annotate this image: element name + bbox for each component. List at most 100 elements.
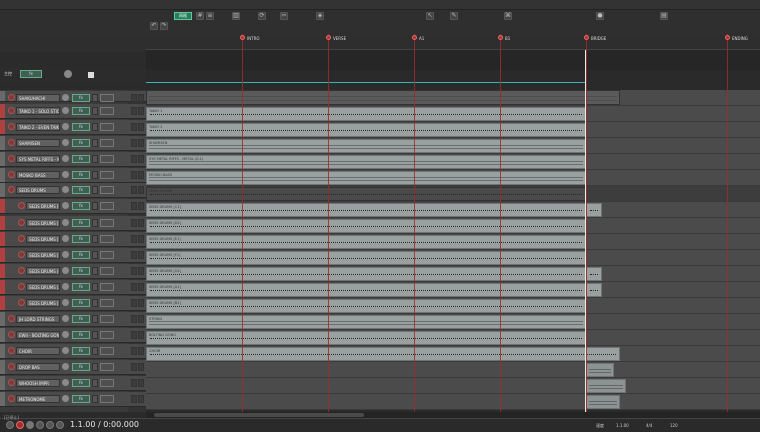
media-item[interactable]: SHAMISEN <box>146 139 586 153</box>
track-fx-button[interactable]: fx <box>72 363 90 371</box>
track-header[interactable]: METRONOME fx <box>0 392 146 407</box>
play-button[interactable] <box>26 421 34 429</box>
media-item[interactable]: SEDS DRUMS [E1] <box>146 235 586 249</box>
track-name-label[interactable]: EWII - BOLTING GONG <box>16 331 60 339</box>
track-fx-button[interactable]: fx <box>72 155 90 163</box>
record-arm-button[interactable] <box>8 171 15 178</box>
media-item[interactable]: MOSKO BASS <box>146 171 586 185</box>
track-name-label[interactable]: MOSKO BASS <box>16 171 60 179</box>
media-item[interactable] <box>586 283 602 297</box>
track-name-label[interactable]: SYS METAL RIFFS - METAL <box>16 155 60 163</box>
record-arm-button[interactable] <box>8 94 15 101</box>
track-fx-button[interactable]: fx <box>72 347 90 355</box>
track-mute-button[interactable] <box>92 299 98 307</box>
snap-toggle[interactable]: 网格 <box>174 12 192 20</box>
track-volume-knob[interactable] <box>62 202 69 209</box>
undo-icon[interactable]: ↶ <box>150 22 158 30</box>
track-header[interactable]: JH LORD STRINGS fx <box>0 312 146 327</box>
bpm-value[interactable]: 1.1.00 <box>616 423 629 428</box>
track-fx-button[interactable]: fx <box>72 283 90 291</box>
media-item[interactable] <box>586 395 620 409</box>
media-item[interactable]: STRING <box>146 315 586 329</box>
track-fx-button[interactable]: fx <box>72 202 90 210</box>
track-header[interactable]: SEDS DRUMS fx <box>0 183 146 198</box>
track-volume-knob[interactable] <box>62 315 69 322</box>
track-mute-button[interactable] <box>92 347 98 355</box>
record-arm-button[interactable] <box>18 283 25 290</box>
track-header[interactable]: SEDS DRUMS [B1] fx <box>0 296 146 311</box>
track-fx-button[interactable]: fx <box>72 299 90 307</box>
track-header[interactable]: SYS METAL RIFFS - METAL fx <box>0 152 146 167</box>
track-route-button[interactable] <box>100 171 114 179</box>
media-item[interactable]: SEDS DRUMS [C1] <box>146 203 586 217</box>
media-item[interactable]: SEDS DRUMS [G1] <box>146 267 586 281</box>
pause-button[interactable] <box>46 421 54 429</box>
track-route-button[interactable] <box>100 363 114 371</box>
track-route-button[interactable] <box>100 139 114 147</box>
media-item[interactable]: TAIKO 1 <box>146 107 586 121</box>
marker-ruler[interactable] <box>146 34 760 50</box>
track-volume-knob[interactable] <box>62 186 69 193</box>
media-item[interactable] <box>586 267 602 281</box>
track-mute-button[interactable] <box>92 363 98 371</box>
track-header[interactable]: SEDS DRUMS [C1] fx <box>0 199 146 214</box>
track-lane[interactable] <box>146 378 760 394</box>
track-mute-button[interactable] <box>92 123 98 131</box>
track-mute-button[interactable] <box>92 251 98 259</box>
record-arm-button[interactable] <box>8 331 15 338</box>
track-name-label[interactable]: SEDS DRUMS [G1] <box>26 267 60 275</box>
stop-button[interactable] <box>36 421 44 429</box>
track-name-label[interactable]: SHAMISEN <box>16 139 60 147</box>
track-fx-button[interactable]: fx <box>72 186 90 194</box>
track-mute-button[interactable] <box>92 186 98 194</box>
redo-icon[interactable]: ↷ <box>160 22 168 30</box>
pencil-icon[interactable]: ✎ <box>450 12 458 20</box>
loop-button[interactable] <box>56 421 64 429</box>
track-fx-button[interactable]: fx <box>72 315 90 323</box>
track-route-button[interactable] <box>100 219 114 227</box>
record-arm-button[interactable] <box>8 379 15 386</box>
record-button[interactable] <box>16 421 24 429</box>
record-mode-icon[interactable]: ● <box>596 12 604 20</box>
media-item[interactable] <box>586 379 626 393</box>
track-mute-button[interactable] <box>92 139 98 147</box>
media-item[interactable]: BOLTING GONG <box>146 331 586 345</box>
marker-flag[interactable] <box>240 35 245 40</box>
track-header[interactable]: SHAMISEN fx <box>0 136 146 151</box>
track-header[interactable]: CHOIR fx <box>0 344 146 359</box>
track-name-label[interactable]: CHOIR <box>16 347 60 355</box>
track-name-label[interactable]: SEDS DRUMS [B1] <box>26 299 60 307</box>
record-arm-button[interactable] <box>8 186 15 193</box>
track-volume-knob[interactable] <box>62 235 69 242</box>
track-route-button[interactable] <box>100 235 114 243</box>
track-name-label[interactable]: WHOOSH IMPR <box>16 379 60 387</box>
track-name-label[interactable]: SEDS DRUMS [A1] <box>26 283 60 291</box>
record-arm-button[interactable] <box>8 395 15 402</box>
record-arm-button[interactable] <box>8 315 15 322</box>
track-mute-button[interactable] <box>92 235 98 243</box>
track-fx-button[interactable]: fx <box>72 235 90 243</box>
track-route-button[interactable] <box>100 347 114 355</box>
track-volume-knob[interactable] <box>62 94 69 101</box>
track-fx-button[interactable]: fx <box>72 107 90 115</box>
track-volume-knob[interactable] <box>62 395 69 402</box>
media-item[interactable]: SYS METAL RIFFS - METAL (0.1) <box>146 155 586 169</box>
track-mute-button[interactable] <box>92 94 98 102</box>
master-volume-knob[interactable] <box>64 70 72 78</box>
time-signature[interactable]: 4/4 <box>646 423 652 428</box>
media-item[interactable]: SEDS DRUMS [B1] <box>146 299 586 313</box>
tool-icon[interactable]: ◈ <box>316 12 324 20</box>
track-mute-button[interactable] <box>92 171 98 179</box>
track-route-button[interactable] <box>100 123 114 131</box>
track-name-label[interactable]: METRONOME <box>16 395 60 403</box>
media-item[interactable]: TAIKO 2 <box>146 123 586 137</box>
timeline-ruler[interactable] <box>146 50 760 70</box>
media-item[interactable]: SEDS DRUMS [F1] <box>146 251 586 265</box>
record-arm-button[interactable] <box>18 267 25 274</box>
record-arm-button[interactable] <box>18 251 25 258</box>
media-item[interactable]: SEDS DRUMS [A1] <box>146 283 586 297</box>
ripple-icon[interactable]: ≡ <box>206 12 214 20</box>
marker-flag[interactable] <box>498 35 503 40</box>
track-route-button[interactable] <box>100 186 114 194</box>
track-fx-button[interactable]: fx <box>72 171 90 179</box>
